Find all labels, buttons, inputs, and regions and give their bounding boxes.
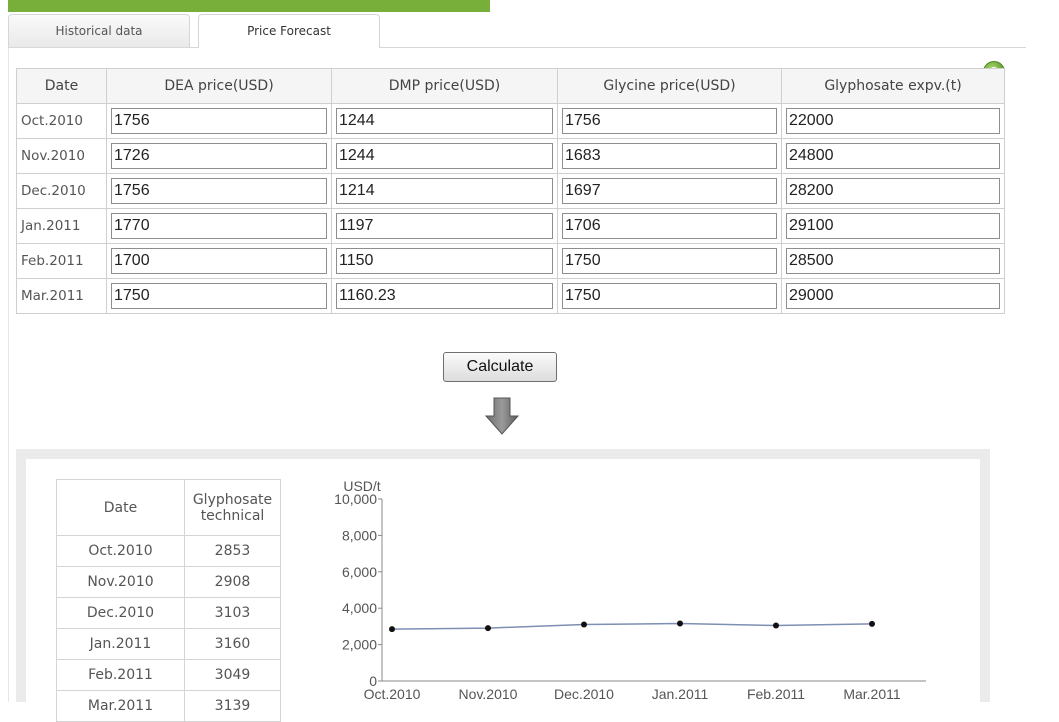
x-tick-label: Dec.2010 bbox=[554, 686, 614, 702]
glyphosate-expv-input[interactable] bbox=[786, 213, 1000, 239]
cell-glyphosate-expv bbox=[781, 208, 1005, 244]
y-tick-label: 4,000 bbox=[342, 600, 377, 616]
dmp-input[interactable] bbox=[336, 213, 553, 239]
dea-input[interactable] bbox=[111, 213, 327, 239]
cell-glycine bbox=[557, 103, 782, 139]
y-tick-label: 6,000 bbox=[342, 564, 377, 580]
y-axis-label: USD/t bbox=[343, 478, 380, 494]
dmp-input[interactable] bbox=[336, 108, 553, 134]
forecast-line-chart: 02,0004,0006,0008,00010,000USD/tOct.2010… bbox=[334, 478, 926, 702]
dea-input[interactable] bbox=[111, 108, 327, 134]
calculate-button[interactable]: Calculate bbox=[443, 352, 557, 382]
dmp-input[interactable] bbox=[336, 143, 553, 169]
data-point bbox=[389, 626, 395, 633]
header-dea-price: DEA price(USD) bbox=[106, 68, 332, 104]
data-point bbox=[581, 621, 587, 628]
row-date: Feb.2011 bbox=[16, 243, 107, 279]
cell-glycine bbox=[557, 173, 782, 209]
cell-dea bbox=[106, 278, 332, 314]
down-arrow-icon bbox=[484, 397, 520, 435]
row-date: Dec.2010 bbox=[16, 173, 107, 209]
data-point bbox=[773, 622, 779, 629]
header-glycine-price: Glycine price(USD) bbox=[557, 68, 782, 104]
x-tick-label: Jan.2011 bbox=[652, 686, 709, 702]
x-tick-label: Oct.2010 bbox=[364, 686, 421, 702]
x-tick-label: Nov.2010 bbox=[459, 686, 518, 702]
dmp-input[interactable] bbox=[336, 248, 553, 274]
cell-dmp bbox=[331, 208, 558, 244]
glycine-input[interactable] bbox=[562, 283, 777, 309]
row-date: Oct.2010 bbox=[16, 103, 107, 139]
cell-dea bbox=[106, 208, 332, 244]
cell-dmp bbox=[331, 243, 558, 279]
row-date: Jan.2011 bbox=[16, 208, 107, 244]
data-point bbox=[677, 620, 683, 627]
dea-input[interactable] bbox=[111, 283, 327, 309]
x-tick-label: Feb.2011 bbox=[747, 686, 805, 702]
input-table-header: Date DEA price(USD) DMP price(USD) Glyci… bbox=[16, 68, 1005, 104]
glyphosate-expv-input[interactable] bbox=[786, 143, 1000, 169]
cell-dea bbox=[106, 138, 332, 174]
dea-input[interactable] bbox=[111, 178, 327, 204]
header-banner bbox=[8, 0, 490, 12]
cell-dea bbox=[106, 173, 332, 209]
cell-glycine bbox=[557, 243, 782, 279]
dmp-input[interactable] bbox=[336, 178, 553, 204]
cell-dmp bbox=[331, 103, 558, 139]
glycine-input[interactable] bbox=[562, 143, 777, 169]
tab-historical-data[interactable]: Historical data bbox=[8, 14, 190, 47]
cell-glyphosate-expv bbox=[781, 173, 1005, 209]
y-tick-label: 8,000 bbox=[342, 527, 377, 543]
cell-glyphosate-expv bbox=[781, 243, 1005, 279]
cell-glyphosate-expv bbox=[781, 103, 1005, 139]
input-row: Nov.2010 bbox=[16, 138, 1005, 174]
cell-dea bbox=[106, 243, 332, 279]
glyphosate-expv-input[interactable] bbox=[786, 108, 1000, 134]
glycine-input[interactable] bbox=[562, 178, 777, 204]
x-tick-label: Mar.2011 bbox=[843, 686, 901, 702]
glyphosate-expv-input[interactable] bbox=[786, 283, 1000, 309]
input-row: Feb.2011 bbox=[16, 243, 1005, 279]
glycine-input[interactable] bbox=[562, 248, 777, 274]
cell-glycine bbox=[557, 208, 782, 244]
cell-glyphosate-expv bbox=[781, 278, 1005, 314]
result-panel: Date Glyphosate technical Oct.2010 2853 No… bbox=[26, 459, 980, 722]
cell-glyphosate-expv bbox=[781, 138, 1005, 174]
header-glyphosate-expv: Glyphosate expv.(t) bbox=[781, 68, 1005, 104]
input-table: Date DEA price(USD) DMP price(USD) Glyci… bbox=[16, 68, 1005, 314]
dea-input[interactable] bbox=[111, 248, 327, 274]
cell-glycine bbox=[557, 278, 782, 314]
data-point bbox=[485, 625, 491, 632]
cell-dea bbox=[106, 103, 332, 139]
series-line bbox=[391, 622, 873, 630]
cell-dmp bbox=[331, 138, 558, 174]
cell-dmp bbox=[331, 173, 558, 209]
input-row: Jan.2011 bbox=[16, 208, 1005, 244]
glyphosate-expv-input[interactable] bbox=[786, 248, 1000, 274]
header-dmp-price: DMP price(USD) bbox=[331, 68, 558, 104]
cell-dmp bbox=[331, 278, 558, 314]
y-tick-label: 2,000 bbox=[342, 637, 377, 653]
cell-glycine bbox=[557, 138, 782, 174]
dmp-input[interactable] bbox=[336, 283, 553, 309]
glyphosate-expv-input[interactable] bbox=[786, 178, 1000, 204]
input-row: Mar.2011 bbox=[16, 278, 1005, 314]
result-box: Date Glyphosate technical Oct.2010 2853 No… bbox=[16, 449, 990, 722]
input-row: Dec.2010 bbox=[16, 173, 1005, 209]
glycine-input[interactable] bbox=[562, 108, 777, 134]
header-date: Date bbox=[16, 68, 107, 104]
input-row: Oct.2010 bbox=[16, 103, 1005, 139]
row-date: Mar.2011 bbox=[16, 278, 107, 314]
tab-price-forecast[interactable]: Price Forecast bbox=[198, 14, 380, 48]
dea-input[interactable] bbox=[111, 143, 327, 169]
row-date: Nov.2010 bbox=[16, 138, 107, 174]
glycine-input[interactable] bbox=[562, 213, 777, 239]
tab-bar: Historical data Price Forecast bbox=[8, 12, 1026, 48]
data-point bbox=[869, 620, 875, 627]
